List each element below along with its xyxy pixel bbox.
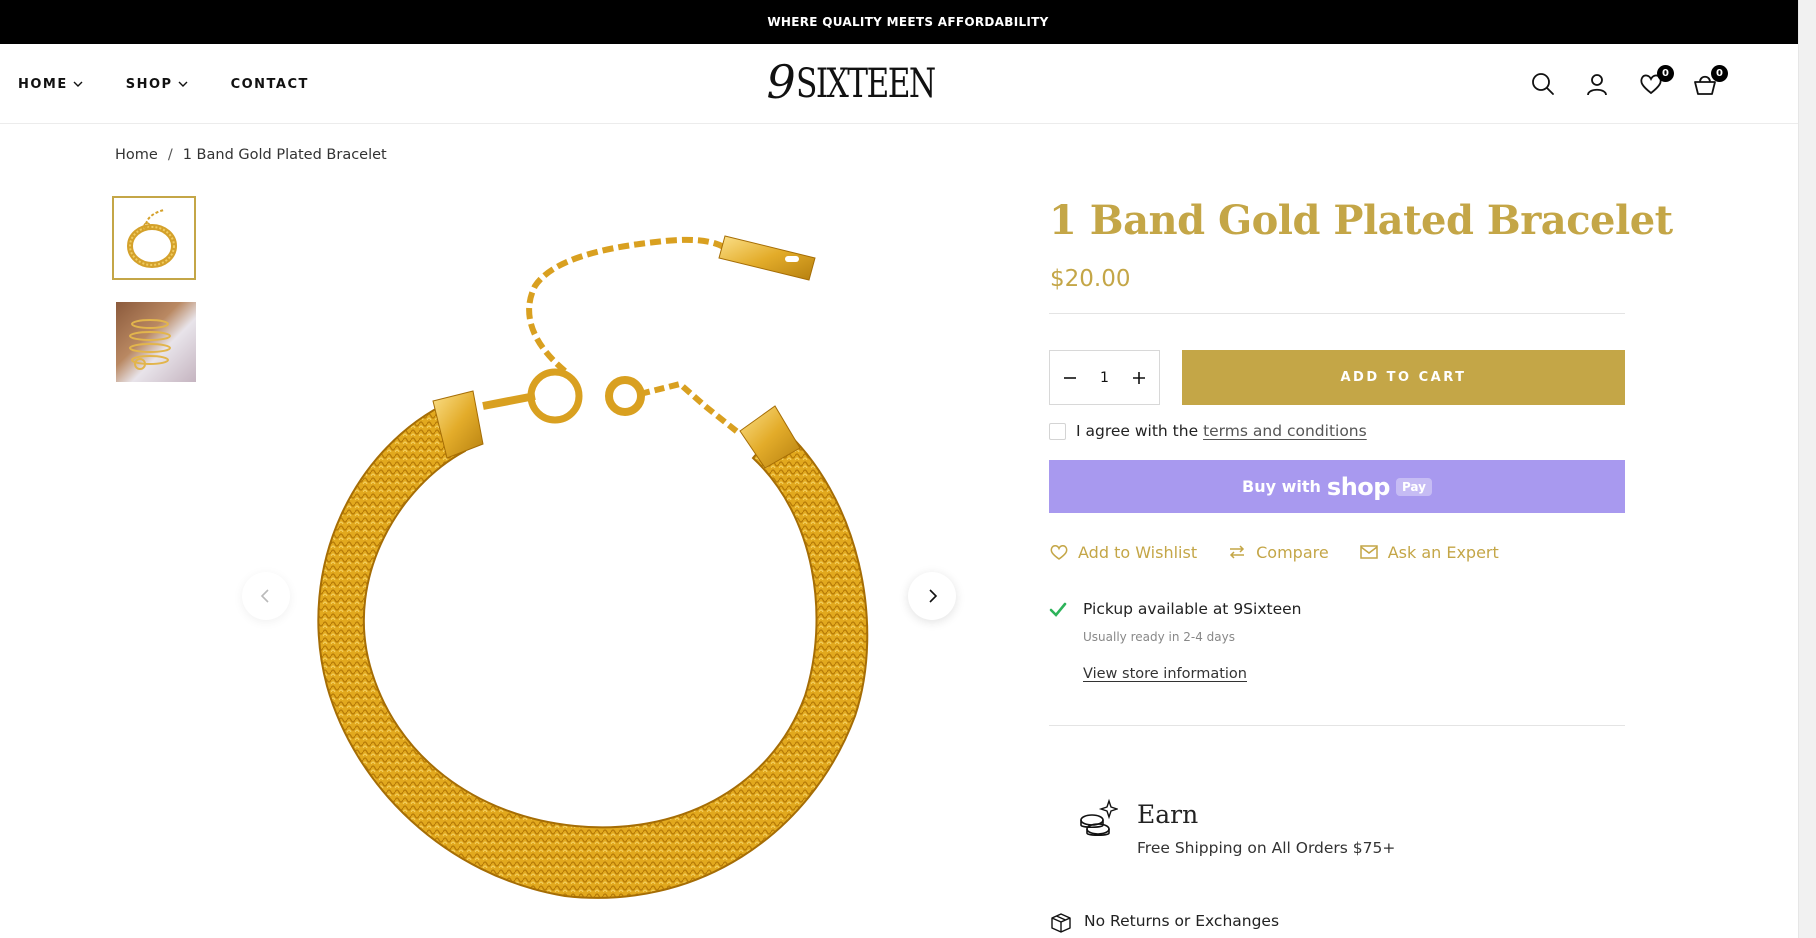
compare-arrows-icon	[1230, 545, 1245, 559]
earn-title: Earn	[1137, 800, 1199, 829]
product-price: $20.00	[1050, 266, 1131, 292]
pickup-availability: Pickup available at 9Sixteen	[1083, 600, 1302, 618]
shop-pay-pay-badge: Pay	[1395, 477, 1432, 496]
breadcrumb-separator: /	[167, 147, 173, 163]
nav-home[interactable]: HOME	[18, 77, 84, 92]
page-scrollbar[interactable]	[1798, 0, 1816, 938]
pickup-ready-time: Usually ready in 2-4 days	[1083, 630, 1236, 644]
nav-contact[interactable]: CONTACT	[231, 77, 309, 92]
bracelet-thumbnail-image	[127, 209, 177, 268]
cart-button[interactable]: 0	[1692, 65, 1728, 97]
add-to-cart-button[interactable]: ADD TO CART	[1182, 350, 1625, 405]
shop-pay-button[interactable]: Buy with shop Pay	[1049, 460, 1625, 513]
heart-icon	[1050, 545, 1068, 560]
divider	[1049, 725, 1625, 726]
terms-checkbox[interactable]	[1049, 422, 1066, 440]
gallery-prev-button[interactable]	[242, 572, 290, 620]
quantity-input[interactable]: 1	[1100, 370, 1109, 386]
chevron-left-icon	[260, 589, 269, 603]
breadcrumb-current: 1 Band Gold Plated Bracelet	[182, 147, 387, 163]
chevron-right-icon	[929, 589, 938, 603]
site-header: HOME SHOP CONTACT 9 SIXTEEN 0 0	[0, 44, 1798, 124]
main-nav: HOME SHOP CONTACT	[18, 44, 309, 124]
ask-expert-button[interactable]: Ask an Expert	[1359, 542, 1499, 562]
plus-icon	[1132, 371, 1145, 384]
product-actions: Add to Wishlist Compare Ask an Expert	[1049, 542, 1499, 562]
ask-expert-label: Ask an Expert	[1387, 542, 1499, 562]
logo-word: SIXTEEN	[795, 61, 936, 107]
quantity-increase-button[interactable]	[1129, 368, 1149, 388]
wishlist-count-badge: 0	[1657, 65, 1674, 82]
account-button[interactable]	[1584, 71, 1610, 97]
gallery-next-button[interactable]	[908, 572, 956, 620]
shop-pay-shop-logo: shop	[1326, 472, 1391, 501]
shop-pay-buy-label: Buy with	[1242, 477, 1321, 496]
divider	[1049, 313, 1625, 314]
compare-button[interactable]: Compare	[1227, 542, 1329, 562]
add-to-wishlist-button[interactable]: Add to Wishlist	[1049, 542, 1197, 562]
user-icon	[1587, 74, 1607, 96]
coins-sparkle-icon	[1080, 798, 1118, 837]
compare-label: Compare	[1256, 542, 1329, 562]
cart-count-badge: 0	[1711, 65, 1728, 82]
chevron-down-icon	[73, 81, 83, 87]
search-button[interactable]	[1530, 71, 1556, 97]
site-logo[interactable]: 9 SIXTEEN	[766, 55, 960, 112]
header-icons: 0 0	[1530, 44, 1728, 124]
announcement-bar: WHERE QUALITY MEETS AFFORDABILITY	[0, 0, 1816, 44]
logo-nine: 9	[766, 55, 796, 109]
search-icon	[1532, 73, 1554, 95]
view-store-information-link[interactable]: View store information	[1083, 666, 1247, 682]
quantity-decrease-button[interactable]	[1060, 368, 1080, 388]
bracelet-lifestyle-thumbnail-image	[129, 319, 171, 370]
product-title: 1 Band Gold Plated Bracelet	[1049, 197, 1673, 244]
nav-contact-label: CONTACT	[230, 76, 309, 92]
quantity-stepper: 1	[1049, 350, 1160, 405]
returns-policy: No Returns or Exchanges	[1084, 912, 1280, 930]
minus-icon	[1064, 376, 1076, 379]
chevron-down-icon	[178, 81, 188, 87]
checkmark-icon	[1049, 602, 1067, 617]
thumbnail-2[interactable]	[116, 302, 196, 382]
terms-prefix: I agree with the terms and conditions	[1076, 422, 1367, 440]
breadcrumb-home[interactable]: Home	[115, 147, 158, 163]
thumbnail-1[interactable]	[112, 196, 196, 280]
terms-agreement: I agree with the terms and conditions	[1049, 422, 1367, 440]
breadcrumb: Home / 1 Band Gold Plated Bracelet	[115, 147, 387, 163]
box-icon	[1051, 913, 1071, 933]
mail-icon	[1359, 545, 1378, 559]
terms-prefix-text: I agree with the	[1076, 422, 1199, 440]
product-main-image	[235, 196, 965, 938]
terms-link[interactable]: terms and conditions	[1203, 422, 1367, 440]
nav-shop-label: SHOP	[125, 76, 173, 92]
add-to-wishlist-label: Add to Wishlist	[1078, 542, 1198, 562]
nav-home-label: HOME	[18, 76, 68, 92]
gold-mesh-bracelet-image	[317, 235, 869, 899]
nav-shop[interactable]: SHOP	[126, 77, 189, 92]
wishlist-button[interactable]: 0	[1638, 65, 1674, 97]
earn-free-shipping: Free Shipping on All Orders $75+	[1137, 839, 1396, 857]
announcement-text: WHERE QUALITY MEETS AFFORDABILITY	[767, 15, 1049, 29]
